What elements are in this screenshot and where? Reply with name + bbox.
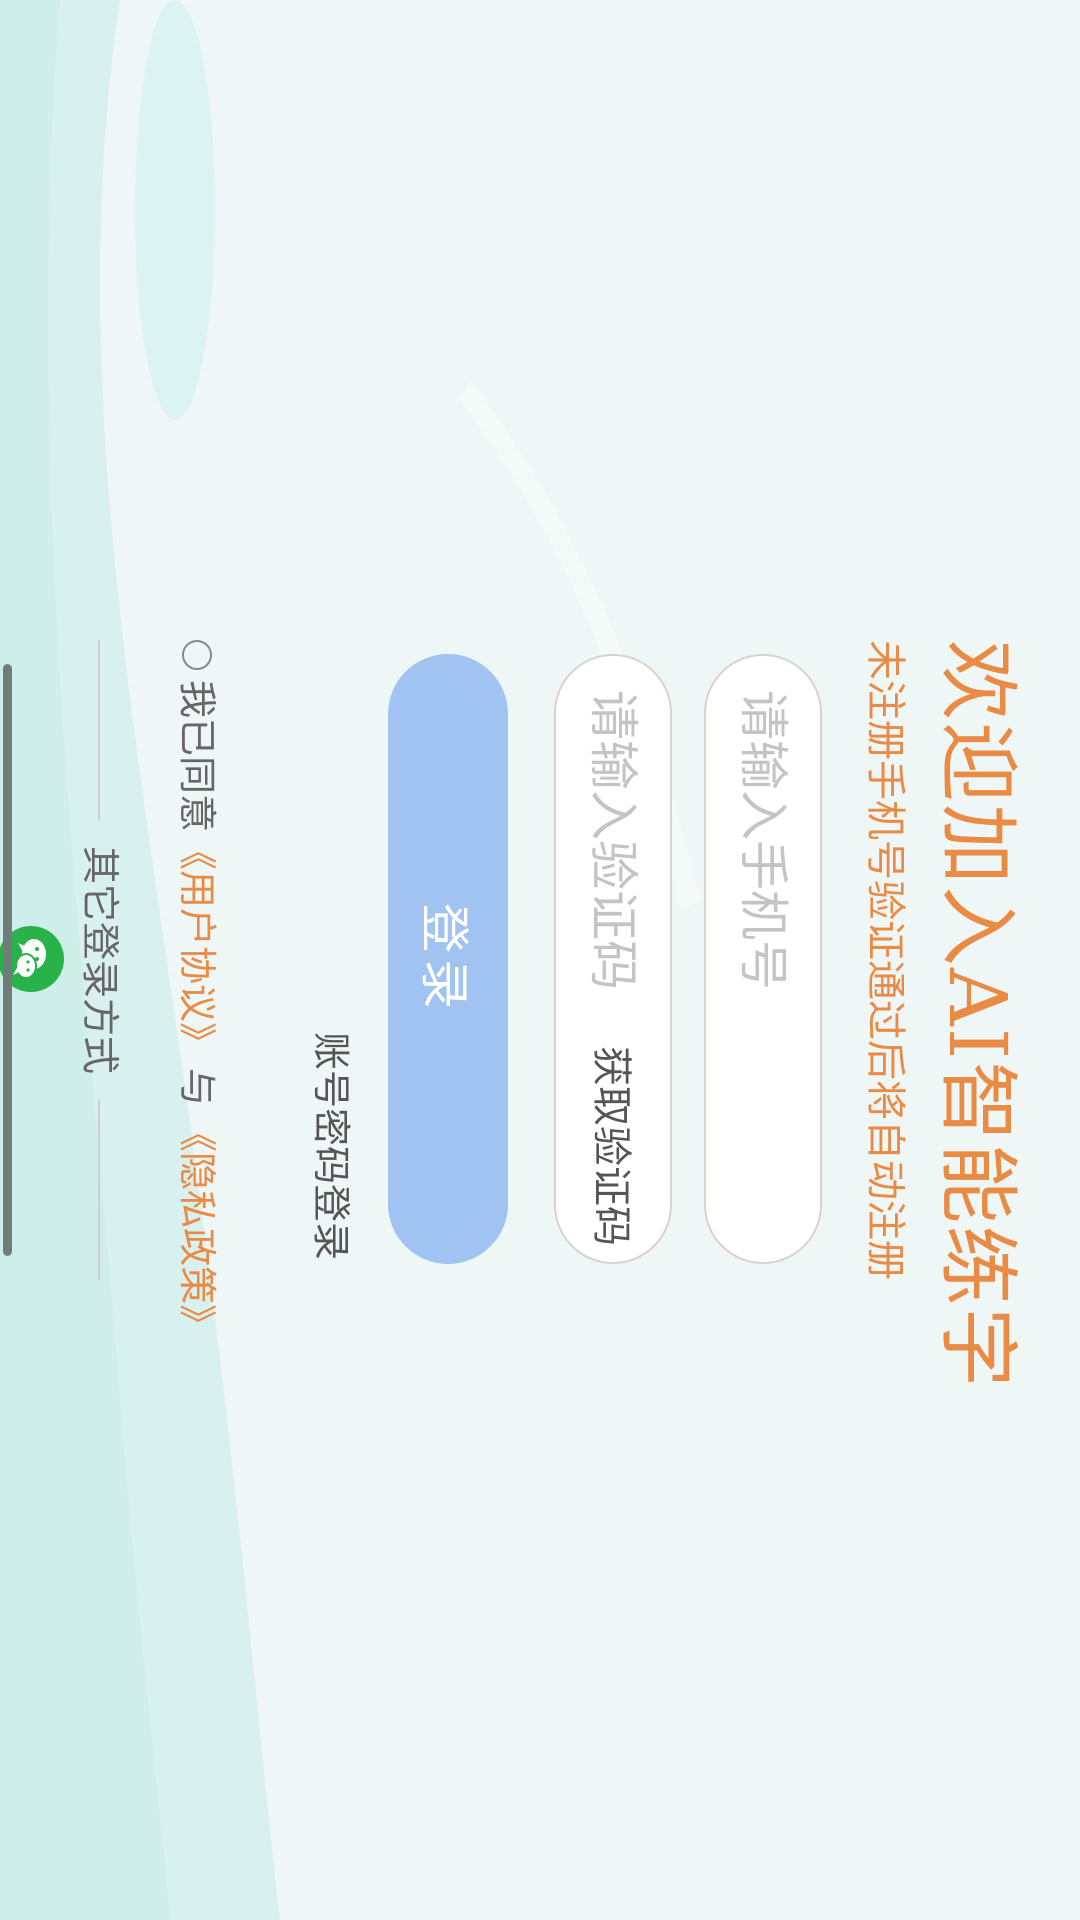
- user-agreement-link[interactable]: 《用户协议》: [172, 832, 222, 1060]
- account-password-login-link[interactable]: 账号密码登录: [307, 1032, 362, 1260]
- login-form: 欢迎加入AI智能练字 未注册手机号验证通过后将自动注册 获取验证码 登录 账号密…: [0, 640, 1080, 1390]
- agreement-row: 我已同意 《用户协议》 与 《隐私政策》: [172, 640, 222, 1342]
- phone-input-container: [704, 654, 822, 1264]
- page-subtitle: 未注册手机号验证通过后将自动注册: [862, 640, 908, 1280]
- agreement-connector: 与: [175, 1068, 219, 1107]
- privacy-policy-link[interactable]: 《隐私政策》: [172, 1114, 222, 1342]
- verification-code-input[interactable]: [556, 690, 670, 1070]
- radio-unchecked-icon[interactable]: [182, 640, 212, 670]
- page-title: 欢迎加入AI智能练字: [931, 640, 1024, 1390]
- login-stage: 欢迎加入AI智能练字 未注册手机号验证通过后将自动注册 获取验证码 登录 账号密…: [0, 0, 1080, 1920]
- agreement-prefix: 我已同意: [175, 680, 219, 833]
- divider-line-right: [98, 1100, 100, 1280]
- code-input-container: 获取验证码: [554, 654, 672, 1264]
- other-login-divider: 其它登录方式: [75, 640, 125, 1280]
- get-code-button[interactable]: 获取验证码: [566, 1046, 656, 1256]
- login-button[interactable]: 登录: [388, 654, 508, 1264]
- divider-line-left: [98, 640, 100, 820]
- phone-input[interactable]: [706, 690, 820, 1230]
- scrollbar[interactable]: [3, 664, 12, 1256]
- other-login-label: 其它登录方式: [78, 845, 122, 1074]
